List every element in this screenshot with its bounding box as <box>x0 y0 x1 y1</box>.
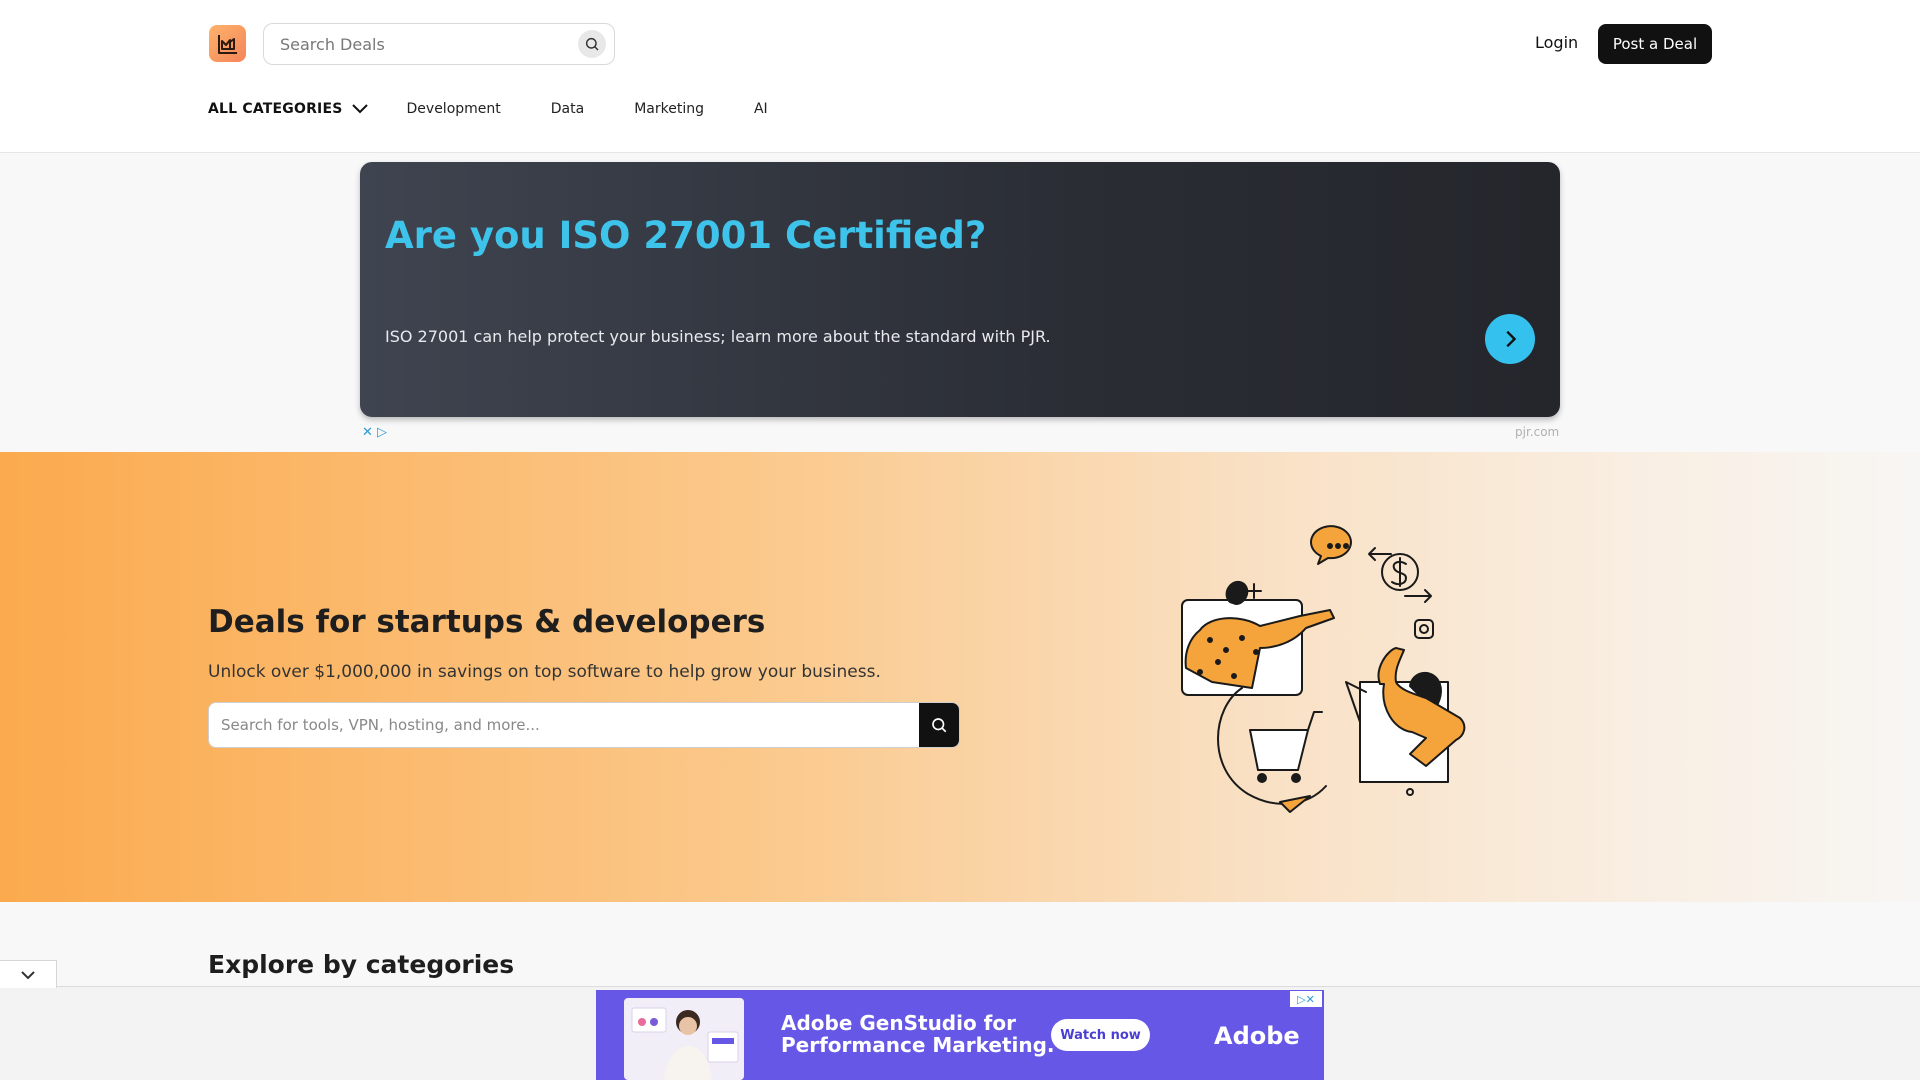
watch-now-button[interactable]: Watch now <box>1051 1019 1150 1051</box>
post-deal-button[interactable]: Post a Deal <box>1598 24 1712 64</box>
hero-search-input[interactable] <box>221 703 911 747</box>
adobe-logo: Adobe <box>1214 1022 1300 1050</box>
ad-photo <box>624 998 744 1080</box>
all-categories-dropdown[interactable]: ALL CATEGORIES <box>208 101 369 117</box>
hero-title: Deals for startups & developers <box>208 604 766 640</box>
search-icon <box>585 37 599 51</box>
hero-search-button[interactable] <box>919 703 959 747</box>
hero-search <box>208 702 960 748</box>
ad-headline: Adobe GenStudio for Performance Marketin… <box>781 1012 1055 1056</box>
explore-categories-heading: Explore by categories <box>208 950 515 979</box>
deals-search <box>263 23 615 65</box>
category-nav: ALL CATEGORIES Development Data Marketin… <box>208 98 768 120</box>
adchoices-icon[interactable]: ✕ ▷ <box>362 425 387 440</box>
search-icon <box>932 718 947 733</box>
ad-body: ISO 27001 can help protect your business… <box>385 327 1051 346</box>
nav-item-development[interactable]: Development <box>407 101 501 117</box>
collapse-ad-button[interactable] <box>0 960 57 988</box>
site-logo[interactable] <box>209 25 246 62</box>
nav-item-ai[interactable]: AI <box>754 101 768 117</box>
ad-go-button[interactable] <box>1485 314 1535 364</box>
deals-illustration <box>1181 525 1466 813</box>
ad-headline: Are you ISO 27001 Certified? <box>385 214 987 257</box>
hero-subtitle: Unlock over $1,000,000 in savings on top… <box>208 662 881 682</box>
ad-domain: pjr.com <box>1515 425 1560 439</box>
hero-section: Deals for startups & developers Unlock o… <box>0 452 1920 902</box>
nav-item-data[interactable]: Data <box>551 101 584 117</box>
adchoices-icon[interactable]: ▷✕ <box>1290 991 1322 1007</box>
all-categories-label: ALL CATEGORIES <box>208 101 343 117</box>
adobe-ad-banner[interactable]: Adobe GenStudio for Performance Marketin… <box>596 990 1324 1080</box>
chart-logo-icon <box>217 34 237 54</box>
site-header: Login Post a Deal ALL CATEGORIES Develop… <box>0 0 1920 153</box>
search-button[interactable] <box>578 30 606 58</box>
ad-headline-line2: Performance Marketing. <box>781 1033 1055 1057</box>
chevron-right-icon <box>1506 330 1517 348</box>
ad-person-image <box>631 1007 739 1080</box>
nav-item-marketing[interactable]: Marketing <box>634 101 704 117</box>
chevron-down-icon <box>351 104 368 114</box>
deals-search-input[interactable] <box>280 24 560 64</box>
login-link[interactable]: Login <box>1535 33 1578 52</box>
chevron-down-icon <box>21 970 35 979</box>
iso-ad-banner[interactable]: Are you ISO 27001 Certified? ISO 27001 c… <box>360 162 1560 417</box>
ad-headline-line1: Adobe GenStudio for <box>781 1011 1016 1035</box>
